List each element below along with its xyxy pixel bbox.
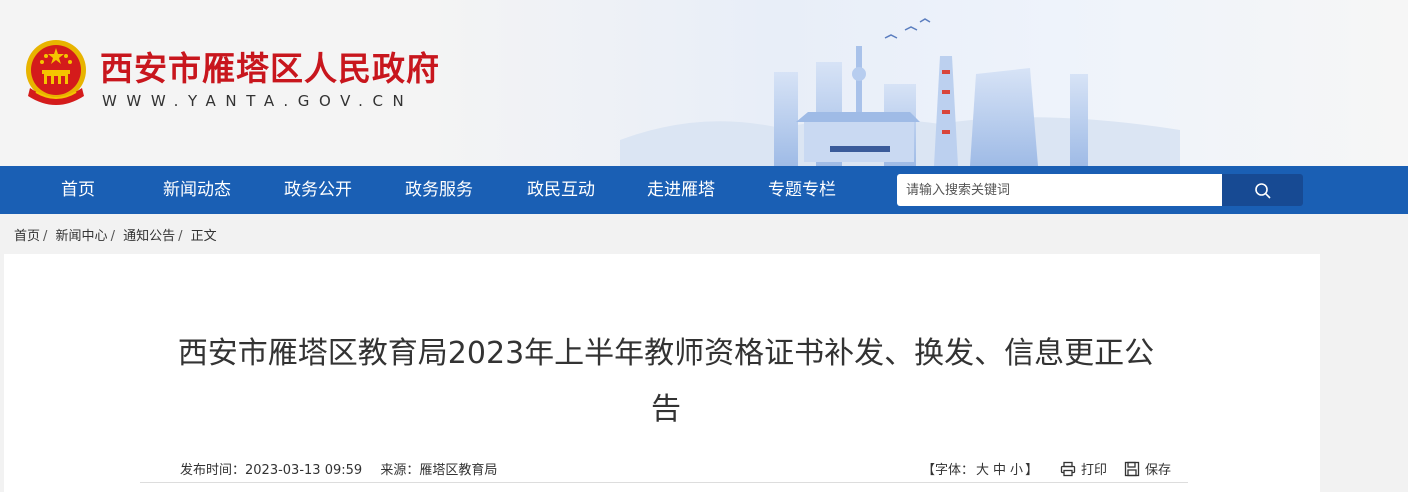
font-size-small[interactable]: 小 bbox=[1010, 463, 1023, 478]
main-nav: 首页 新闻动态 政务公开 政务服务 政民互动 走进雁塔 专题专栏 bbox=[0, 166, 1408, 214]
font-size-large[interactable]: 大 bbox=[976, 463, 989, 478]
article-card: 西安市雁塔区教育局2023年上半年教师资格证书补发、换发、信息更正公 告 发布时… bbox=[4, 254, 1320, 492]
publish-time-label: 发布时间： bbox=[180, 463, 246, 478]
breadcrumb-news-center[interactable]: 新闻中心 bbox=[56, 229, 108, 244]
national-emblem-icon bbox=[26, 40, 86, 105]
nav-item-about-yanta[interactable]: 走进雁塔 bbox=[647, 166, 715, 214]
breadcrumb-separator: / bbox=[110, 229, 115, 244]
font-size-label: 【字体： bbox=[922, 463, 975, 478]
site-url: WWW.YANTA.GOV.CN bbox=[102, 92, 414, 110]
print-button[interactable]: 打印 bbox=[1060, 459, 1107, 478]
publish-time: 发布时间：2023-03-13 09:59 bbox=[180, 463, 362, 478]
save-icon bbox=[1124, 461, 1140, 477]
print-icon bbox=[1060, 461, 1076, 477]
article-meta: 发布时间：2023-03-13 09:59 来源：雁塔区教育局 bbox=[180, 459, 511, 478]
article-title-line-2: 告 bbox=[651, 392, 681, 427]
meta-divider bbox=[140, 482, 1188, 483]
search-button[interactable] bbox=[1222, 174, 1303, 206]
search-input[interactable] bbox=[897, 174, 1223, 206]
city-skyline-illustration bbox=[620, 18, 1180, 166]
nav-item-gov-services[interactable]: 政务服务 bbox=[405, 166, 473, 214]
font-size-close: 】 bbox=[1025, 463, 1039, 478]
breadcrumb: 首页 / 新闻中心 / 通知公告 / 正文 bbox=[14, 225, 217, 244]
breadcrumb-home[interactable]: 首页 bbox=[14, 229, 40, 244]
breadcrumb-notices[interactable]: 通知公告 bbox=[123, 229, 175, 244]
publish-time-value: 2023-03-13 09:59 bbox=[245, 463, 363, 478]
breadcrumb-current: 正文 bbox=[190, 229, 217, 244]
article-tools: 【字体：大中小】 打印 保存 bbox=[922, 459, 1171, 478]
nav-item-interaction[interactable]: 政民互动 bbox=[527, 166, 595, 214]
search-icon bbox=[1255, 183, 1271, 199]
print-label: 打印 bbox=[1081, 463, 1108, 478]
article-source: 来源：雁塔区教育局 bbox=[380, 463, 497, 478]
breadcrumb-separator: / bbox=[178, 229, 183, 244]
nav-item-news[interactable]: 新闻动态 bbox=[163, 166, 231, 214]
source-label: 来源： bbox=[380, 463, 420, 478]
save-label: 保存 bbox=[1145, 463, 1172, 478]
nav-item-home[interactable]: 首页 bbox=[61, 166, 95, 214]
breadcrumb-separator: / bbox=[43, 229, 48, 244]
site-title: 西安市雁塔区人民政府 bbox=[100, 49, 440, 88]
save-button[interactable]: 保存 bbox=[1124, 459, 1171, 478]
site-header: 西安市雁塔区人民政府 WWW.YANTA.GOV.CN bbox=[0, 0, 1408, 166]
article-title-line-1: 西安市雁塔区教育局2023年上半年教师资格证书补发、换发、信息更正公 bbox=[177, 336, 1155, 371]
font-size-medium[interactable]: 中 bbox=[993, 463, 1006, 478]
nav-item-gov-affairs-open[interactable]: 政务公开 bbox=[284, 166, 352, 214]
article-title: 西安市雁塔区教育局2023年上半年教师资格证书补发、换发、信息更正公 告 bbox=[144, 326, 1188, 438]
nav-item-special-topics[interactable]: 专题专栏 bbox=[768, 166, 836, 214]
source-value: 雁塔区教育局 bbox=[419, 463, 498, 478]
